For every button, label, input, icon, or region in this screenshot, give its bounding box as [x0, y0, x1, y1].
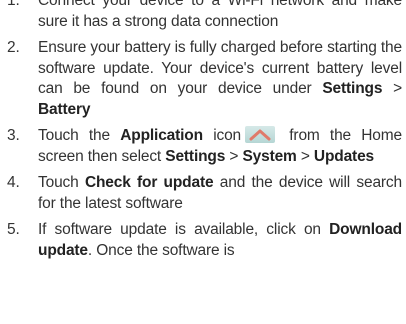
application-chevron-up-icon: [245, 126, 276, 143]
system-menu-label: System: [242, 147, 297, 165]
step-number: 2.: [7, 39, 20, 56]
step-number: 3.: [7, 127, 20, 144]
step-text: If software update is available, click o…: [38, 221, 330, 238]
application-label: Application: [120, 127, 203, 144]
step-1: 1. Connect your device to a Wi-Fi networ…: [0, 0, 406, 32]
step-number: 4.: [7, 174, 20, 191]
step-number: 5.: [7, 221, 20, 238]
step-3: 3. Touch the Application icon from the H…: [0, 126, 406, 167]
step-text: Touch: [38, 174, 85, 191]
path-separator: >: [382, 80, 403, 97]
step-5: 5. If software update is available, clic…: [0, 220, 406, 261]
step-text: Connect your device to a Wi-Fi network a…: [38, 0, 402, 30]
instructions-page: 1. Connect your device to a Wi-Fi networ…: [0, 0, 406, 267]
step-4: 4. Touch Check for update and the device…: [0, 173, 406, 214]
path-separator: >: [225, 147, 243, 165]
battery-menu-label: Battery: [38, 100, 91, 118]
check-for-update-label: Check for update: [84, 174, 214, 191]
step-text: Touch the: [38, 127, 121, 144]
step-text: . Once the software is: [87, 241, 235, 259]
step-number: 1.: [7, 0, 20, 9]
settings-menu-label: Settings: [322, 80, 383, 97]
step-2: 2. Ensure your battery is fully charged …: [0, 38, 406, 120]
path-separator: >: [296, 147, 314, 165]
step-text: icon: [202, 127, 242, 144]
settings-menu-label: Settings: [165, 147, 226, 165]
update-steps-list: 1. Connect your device to a Wi-Fi networ…: [0, 0, 406, 261]
updates-menu-label: Updates: [313, 147, 375, 165]
